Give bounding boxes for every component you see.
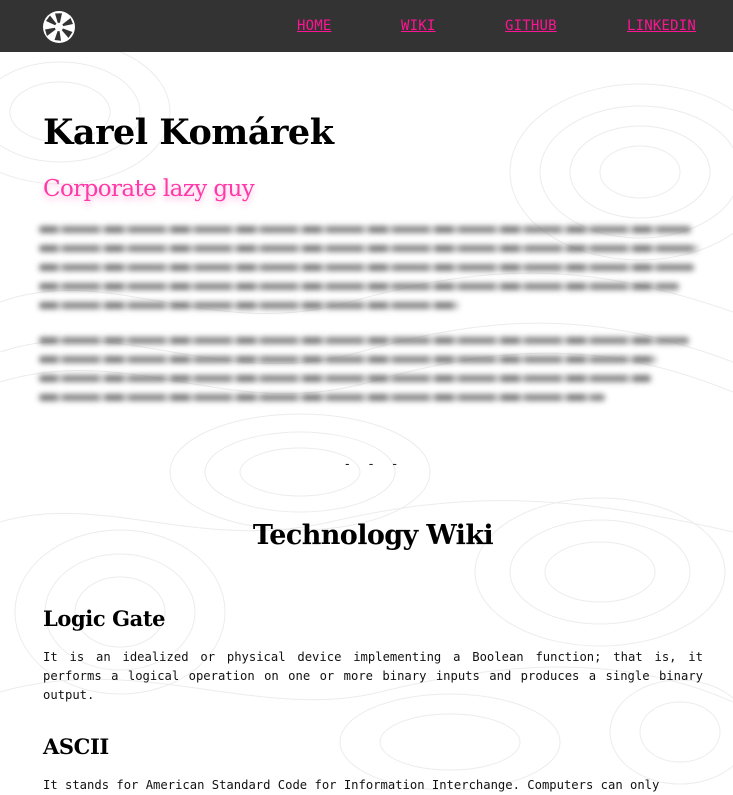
wiki-entry-heading: ASCII [43, 734, 109, 759]
nav-link-home[interactable]: HOME [297, 18, 332, 34]
top-navbar: HOME WIKI GITHUB LINKEDIN [0, 0, 733, 52]
wiki-entry-text: It is an idealized or physical device im… [43, 650, 703, 702]
blurred-bio-paragraph-1 [39, 226, 703, 321]
page-title: Karel Komárek [43, 112, 334, 153]
aperture-icon[interactable] [42, 10, 76, 44]
wiki-entry-heading: Logic Gate [43, 606, 166, 631]
nav-link-github[interactable]: GITHUB [505, 18, 557, 34]
blurred-bio-paragraph-2 [39, 337, 703, 413]
wiki-section-title: Technology Wiki [252, 520, 494, 551]
nav-link-wiki[interactable]: WIKI [401, 18, 436, 34]
nav-link-linkedin[interactable]: LINKEDIN [627, 18, 696, 34]
wiki-entry-text: It stands for American Standard Code for… [43, 778, 660, 792]
tagline: Corporate lazy guy [43, 176, 255, 202]
section-divider: - - - [343, 457, 403, 472]
